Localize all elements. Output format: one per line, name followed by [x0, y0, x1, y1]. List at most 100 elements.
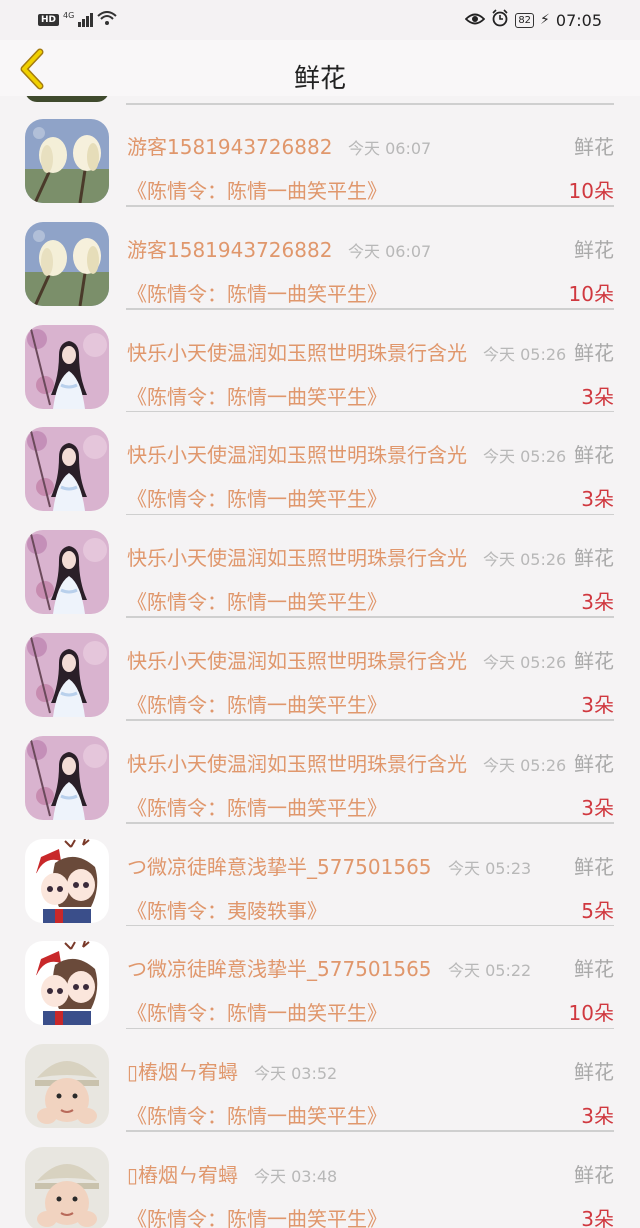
avatar-image	[25, 1044, 109, 1129]
eye-icon	[465, 11, 486, 30]
work-title[interactable]: 《陈情令：陈情一曲笑平生》	[127, 586, 387, 615]
status-left: HD 4G	[38, 11, 117, 29]
status-bar: HD 4G 82 ⚡ 07:05	[0, 0, 640, 40]
avatar[interactable]	[25, 1146, 109, 1228]
user-name[interactable]: ▯樁烟ㄣ宥蟳	[127, 1159, 238, 1188]
avatar[interactable]	[25, 427, 109, 512]
avatar[interactable]	[25, 632, 109, 717]
status-right: 82 ⚡ 07:05	[465, 9, 602, 31]
avatar-image	[25, 530, 109, 615]
work-title[interactable]: 《陈情令：陈情一曲笑平生》	[127, 997, 387, 1026]
user-name[interactable]: ▯樁烟ㄣ宥蟳	[127, 1056, 238, 1085]
timestamp: 今天 06:07	[348, 241, 432, 261]
user-name[interactable]: 快乐小天使温润如玉照世明珠景行含光	[127, 542, 467, 571]
list-item[interactable]: 快乐小天使温润如玉照世明珠景行含光 今天 05:26 鲜花 《陈情令：陈情一曲笑…	[0, 721, 640, 824]
user-name[interactable]: つ微凉徒眸意浅挚半_577501565	[127, 953, 432, 982]
gift-type: 鲜花	[574, 443, 614, 468]
flower-count: 3朵	[581, 384, 614, 409]
work-title[interactable]: 《陈情令：陈情一曲笑平生》	[127, 175, 387, 204]
user-name[interactable]: 快乐小天使温润如玉照世明珠景行含光	[127, 337, 467, 366]
work-title[interactable]: 《陈情令：陈情一曲笑平生》	[127, 483, 387, 512]
avatar-image	[25, 119, 109, 203]
timestamp: 今天 05:26	[483, 447, 567, 467]
gift-type: 鲜花	[574, 854, 614, 879]
signal-icon	[78, 13, 94, 27]
gift-type: 鲜花	[574, 135, 614, 159]
work-title[interactable]: 《陈情令：陈情一曲笑平生》	[127, 792, 387, 821]
flower-count: 10朵	[568, 179, 614, 203]
flower-count: 3朵	[581, 1206, 614, 1228]
battery-icon: 82	[515, 12, 535, 28]
timestamp: 今天 05:26	[483, 652, 567, 672]
work-title[interactable]: 《陈情令：夷陵轶事》	[127, 895, 327, 924]
timestamp: 今天 06:07	[348, 139, 432, 158]
header-bar: 鲜花	[0, 40, 640, 96]
list-item[interactable]: 快乐小天使温润如玉照世明珠景行含光 今天 05:26 鲜花 《陈情令：陈情一曲笑…	[0, 515, 640, 618]
avatar-image	[25, 941, 109, 1026]
timestamp: 今天 05:26	[483, 344, 567, 364]
avatar-image	[25, 427, 109, 512]
user-name[interactable]: 快乐小天使温润如玉照世明珠景行含光	[127, 439, 467, 468]
list-item[interactable]: 快乐小天使温润如玉照世明珠景行含光 今天 05:26 鲜花 《陈情令：陈情一曲笑…	[0, 618, 640, 721]
list-item[interactable]: つ微凉徒眸意浅挚半_577501565 今天 05:22 鲜花 《陈情令：陈情一…	[0, 926, 640, 1030]
alarm-icon	[491, 9, 509, 31]
list-item[interactable]: 游客1581943726882 今天 06:07 鲜花 《陈情令：陈情一曲笑平生…	[0, 207, 640, 310]
timestamp: 今天 03:52	[254, 1064, 338, 1084]
timestamp: 今天 05:22	[448, 961, 532, 981]
avatar-image	[25, 324, 109, 409]
gift-type: 鲜花	[574, 648, 614, 673]
list-item[interactable]: ▯樁烟ㄣ宥蟳 今天 03:48 鲜花 《陈情令：陈情一曲笑平生》 3朵	[0, 1132, 640, 1228]
user-name[interactable]: つ微凉徒眸意浅挚半_577501565	[127, 851, 432, 880]
avatar[interactable]	[25, 1044, 109, 1129]
work-title[interactable]: 《陈情令：陈情一曲笑平生》	[127, 1100, 387, 1129]
user-name[interactable]: 快乐小天使温润如玉照世明珠景行含光	[127, 645, 467, 674]
avatar-image	[25, 632, 109, 717]
gift-type: 鲜花	[574, 957, 614, 982]
avatar-image	[25, 735, 109, 820]
work-title[interactable]: 《陈情令：陈情一曲笑平生》	[127, 278, 387, 307]
network-type: 4G	[63, 10, 75, 20]
avatar[interactable]	[25, 941, 109, 1026]
timestamp: 今天 05:26	[483, 755, 567, 775]
page-title: 鲜花	[293, 64, 346, 94]
charging-icon: ⚡	[540, 12, 550, 28]
gift-type: 鲜花	[574, 546, 614, 571]
avatar[interactable]	[25, 324, 109, 409]
avatar[interactable]	[25, 119, 109, 203]
user-name[interactable]: 游客1581943726882	[127, 234, 332, 263]
flower-count: 3朵	[581, 590, 614, 615]
flower-record-list[interactable]: 游客1581943726882 今天 06:07 鲜花 《陈情令：陈情一曲笑平生…	[0, 96, 640, 1228]
avatar[interactable]	[25, 735, 109, 820]
gift-type: 鲜花	[574, 340, 614, 365]
work-title[interactable]: 《陈情令：陈情一曲笑平生》	[127, 689, 387, 718]
gift-type: 鲜花	[574, 237, 614, 262]
user-name[interactable]: 游客1581943726882	[127, 131, 332, 160]
user-name[interactable]: 快乐小天使温润如玉照世明珠景行含光	[127, 748, 467, 777]
avatar[interactable]	[25, 838, 109, 923]
flower-count: 10朵	[568, 1001, 614, 1026]
avatar-image	[25, 221, 109, 306]
gift-type: 鲜花	[574, 751, 614, 776]
flower-count: 5朵	[581, 898, 614, 923]
avatar-image	[25, 838, 109, 923]
flower-count: 3朵	[581, 795, 614, 820]
list-item[interactable]: つ微凉徒眸意浅挚半_577501565 今天 05:23 鲜花 《陈情令：夷陵轶…	[0, 824, 640, 927]
list-item[interactable]: 游客1581943726882 今天 06:07 鲜花 《陈情令：陈情一曲笑平生…	[0, 104, 640, 207]
work-title[interactable]: 《陈情令：陈情一曲笑平生》	[127, 381, 387, 410]
avatar[interactable]	[25, 530, 109, 615]
timestamp: 今天 05:23	[448, 858, 532, 878]
gift-type: 鲜花	[574, 1060, 614, 1085]
timestamp: 今天 05:26	[483, 550, 567, 570]
hd-badge: HD	[38, 14, 60, 26]
work-title[interactable]: 《陈情令：陈情一曲笑平生》	[127, 1203, 387, 1228]
partial-list-item	[0, 96, 640, 105]
list-item[interactable]: ▯樁烟ㄣ宥蟳 今天 03:52 鲜花 《陈情令：陈情一曲笑平生》 3朵	[0, 1029, 640, 1132]
avatar	[25, 96, 109, 102]
list-item[interactable]: 快乐小天使温润如玉照世明珠景行含光 今天 05:26 鲜花 《陈情令：陈情一曲笑…	[0, 412, 640, 516]
avatar[interactable]	[25, 221, 109, 306]
timestamp: 今天 03:48	[254, 1166, 338, 1186]
flower-count: 3朵	[581, 487, 614, 512]
list-item[interactable]: 快乐小天使温润如玉照世明珠景行含光 今天 05:26 鲜花 《陈情令：陈情一曲笑…	[0, 310, 640, 413]
flower-count: 3朵	[581, 1104, 614, 1129]
avatar-image	[25, 1146, 109, 1228]
